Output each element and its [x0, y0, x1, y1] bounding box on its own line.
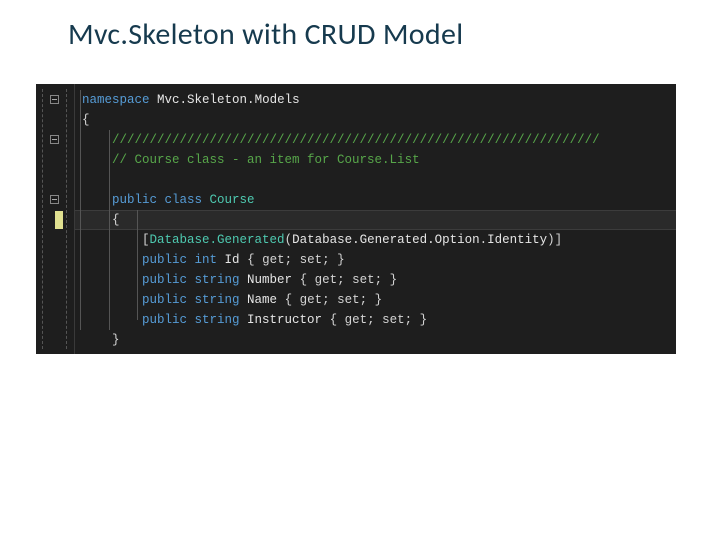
- code-line: {: [82, 110, 670, 130]
- code-line: }: [82, 330, 670, 350]
- indent-guide: [109, 130, 110, 330]
- fold-icon[interactable]: [50, 195, 59, 204]
- code-line: [82, 170, 670, 190]
- code-line: public string Number { get; set; }: [82, 270, 670, 290]
- code-line: namespace Mvc.Skeleton.Models: [82, 90, 670, 110]
- code-editor: namespace Mvc.Skeleton.Models { ////////…: [36, 84, 676, 354]
- slide: Mvc.Skeleton with CRUD Model namespace M…: [0, 0, 720, 540]
- code-line: // Course class - an item for Course.Lis…: [82, 150, 670, 170]
- fold-icon[interactable]: [50, 95, 59, 104]
- code-content: namespace Mvc.Skeleton.Models { ////////…: [82, 90, 670, 350]
- code-line: [Database.Generated(Database.Generated.O…: [82, 230, 670, 250]
- slide-title: Mvc.Skeleton with CRUD Model: [68, 16, 463, 53]
- indent-guide: [137, 210, 138, 320]
- code-line: public string Instructor { get; set; }: [82, 310, 670, 330]
- fold-icon[interactable]: [50, 135, 59, 144]
- outline-guide: [66, 89, 67, 349]
- code-line: {: [82, 210, 670, 230]
- code-line: public class Course: [82, 190, 670, 210]
- caret-marker: [55, 211, 63, 229]
- outline-guide: [42, 89, 43, 349]
- indent-guide: [80, 90, 81, 330]
- code-line: public int Id { get; set; }: [82, 250, 670, 270]
- code-line: ////////////////////////////////////////…: [82, 130, 670, 150]
- code-line: public string Name { get; set; }: [82, 290, 670, 310]
